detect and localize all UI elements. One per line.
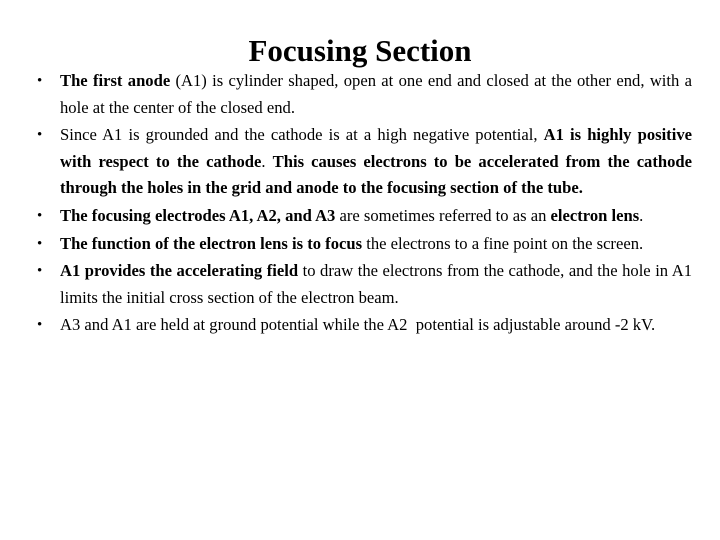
page-title: Focusing Section <box>248 32 472 68</box>
bullet-text: . <box>261 151 273 171</box>
list-item: A3 and A1 are held at ground potential w… <box>30 312 692 339</box>
bullet-text-emphasis: The focusing electrodes A1, A2, and A3 <box>60 205 336 225</box>
slide-canvas: Focusing Section The first anode (A1) is… <box>0 0 720 540</box>
bullet-text-emphasis: A1 provides the accelerating field <box>60 261 299 281</box>
list-item: The focusing electrodes A1, A2, and A3 a… <box>30 203 692 230</box>
bullet-text-emphasis: The function of the electron lens is to … <box>60 233 363 253</box>
list-item: The first anode (A1) is cylinder shaped,… <box>30 68 692 121</box>
bullet-text: Since A1 is grounded and the cathode is … <box>60 125 544 145</box>
bullet-text: . <box>639 205 644 225</box>
list-item: The function of the electron lens is to … <box>30 231 692 258</box>
bullet-text: are sometimes referred to as an <box>335 205 551 225</box>
bullet-list: The first anode (A1) is cylinder shaped,… <box>30 68 692 340</box>
bullet-text-emphasis: electron lens <box>550 205 640 225</box>
bullet-text-emphasis: The first anode <box>60 71 171 90</box>
bullet-text: the electrons to a fine point on the scr… <box>362 233 644 253</box>
bullet-text: A3 and A1 are held at ground potential w… <box>60 315 656 335</box>
list-item: A1 provides the accelerating field to dr… <box>30 258 692 311</box>
list-item: Since A1 is grounded and the cathode is … <box>30 122 692 202</box>
